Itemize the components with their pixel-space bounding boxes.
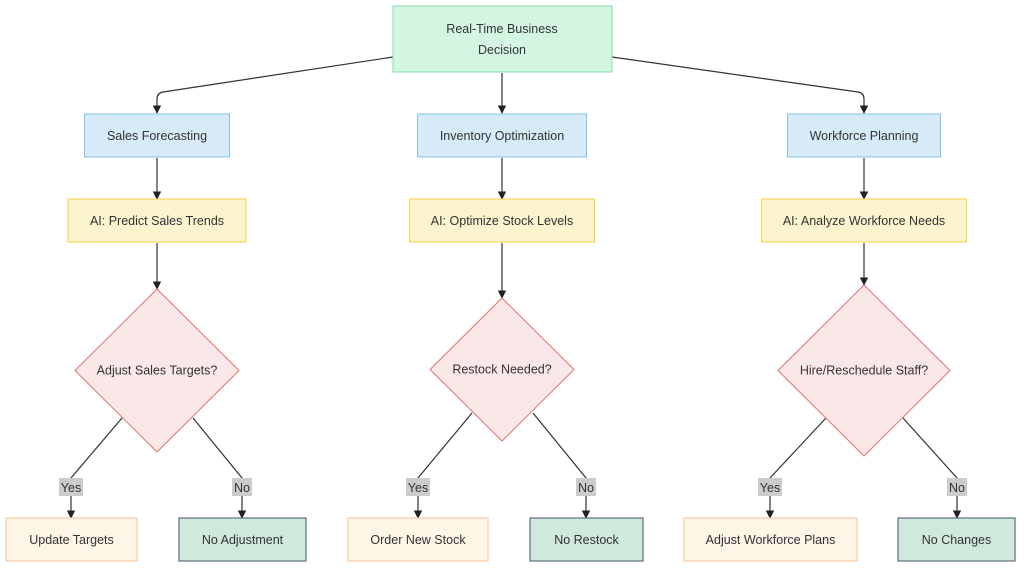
edge-no — [532, 412, 591, 519]
no-edge-label: No — [576, 478, 596, 496]
no-label-text: No — [234, 481, 250, 495]
edge-root-to-workforce — [611, 56, 869, 114]
area-node: Sales Forecasting — [84, 113, 230, 158]
flowchart-canvas: Real-Time Business Decision Sales Foreca… — [5, 5, 1016, 562]
edge-root-to-sales — [152, 56, 394, 114]
yes-outcome-label: Order New Stock — [370, 533, 466, 547]
ai-step-node: AI: Analyze Workforce Needs — [761, 198, 967, 243]
decision-label: Hire/Reschedule Staff? — [800, 364, 928, 378]
branch-3: Workforce Planning AI: Analyze Workforce … — [683, 113, 1016, 562]
ai-step-node: AI: Predict Sales Trends — [67, 198, 247, 243]
root-node-line-2: Decision — [478, 43, 526, 57]
branch-1: Sales Forecasting AI: Predict Sales Trend… — [5, 113, 307, 562]
yes-edge-label: Yes — [59, 478, 83, 496]
no-outcome-label: No Adjustment — [202, 533, 284, 547]
yes-edge-label: Yes — [758, 478, 782, 496]
decision-node: Adjust Sales Targets? — [74, 288, 240, 453]
yes-label-text: Yes — [760, 481, 780, 495]
edge-no — [902, 417, 962, 519]
ai-step-label: AI: Predict Sales Trends — [90, 214, 224, 228]
area-node-label: Sales Forecasting — [107, 129, 207, 143]
ai-step-node: AI: Optimize Stock Levels — [409, 198, 595, 243]
yes-outcome-node: Update Targets — [5, 517, 138, 562]
root-node-line-1: Real-Time Business — [446, 22, 557, 36]
yes-label-text: Yes — [408, 481, 428, 495]
edge-yes — [765, 417, 827, 519]
edge-no — [192, 417, 247, 519]
no-outcome-label: No Changes — [922, 533, 992, 547]
yes-outcome-node: Order New Stock — [347, 517, 489, 562]
area-node: Inventory Optimization — [417, 113, 587, 158]
yes-outcome-node: Adjust Workforce Plans — [683, 517, 858, 562]
yes-outcome-label: Adjust Workforce Plans — [706, 533, 836, 547]
decision-node: Hire/Reschedule Staff? — [777, 284, 951, 457]
no-edge-label: No — [947, 478, 967, 496]
no-outcome-node: No Adjustment — [178, 517, 307, 562]
no-label-text: No — [949, 481, 965, 495]
root-node: Real-Time Business Decision — [392, 5, 613, 73]
yes-edge-label: Yes — [406, 478, 430, 496]
edge-yes — [66, 417, 123, 519]
no-edge-label: No — [232, 478, 252, 496]
no-outcome-label: No Restock — [554, 533, 619, 547]
yes-label-text: Yes — [61, 481, 81, 495]
edge-yes — [413, 412, 473, 519]
no-outcome-node: No Changes — [897, 517, 1016, 562]
decision-label: Restock Needed? — [452, 363, 551, 377]
yes-outcome-label: Update Targets — [29, 533, 114, 547]
no-label-text: No — [578, 481, 594, 495]
area-node-label: Workforce Planning — [810, 129, 919, 143]
ai-step-label: AI: Optimize Stock Levels — [431, 214, 573, 228]
branch-2: Inventory Optimization AI: Optimize Stock… — [347, 113, 644, 562]
ai-step-label: AI: Analyze Workforce Needs — [783, 214, 945, 228]
area-node-label: Inventory Optimization — [440, 129, 564, 143]
decision-node: Restock Needed? — [429, 297, 575, 442]
decision-label: Adjust Sales Targets? — [97, 364, 218, 378]
no-outcome-node: No Restock — [529, 517, 644, 562]
area-node: Workforce Planning — [787, 113, 941, 158]
